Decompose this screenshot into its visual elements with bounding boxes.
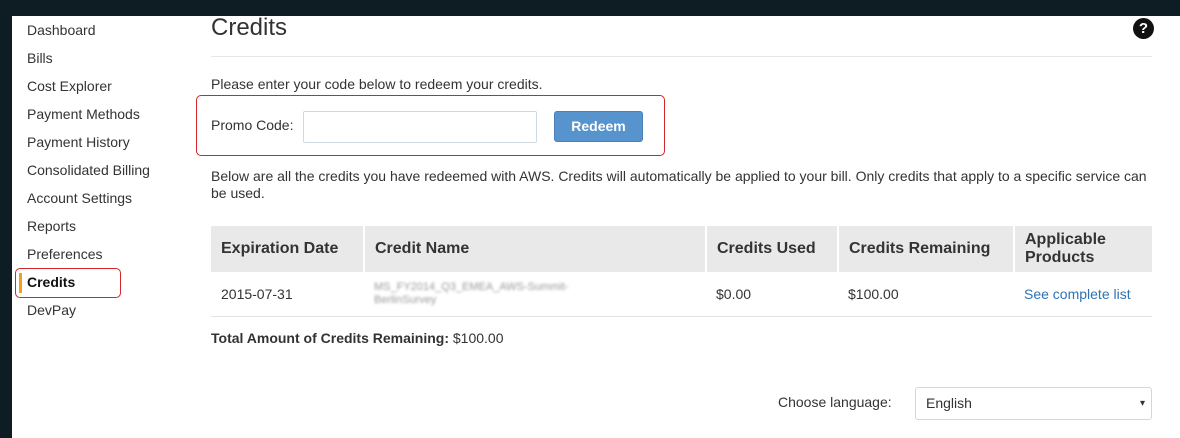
- cell-credits-used: $0.00: [706, 272, 838, 317]
- credits-description: Below are all the credits you have redee…: [211, 168, 1147, 201]
- sidebar-item-reports[interactable]: Reports: [27, 212, 197, 240]
- sidebar-item-bills[interactable]: Bills: [27, 44, 197, 72]
- title-divider: [211, 56, 1152, 57]
- credit-name-redacted: MS_FY2014_Q3_EMEA_AWS-Summit-BerlinSurve…: [374, 281, 569, 306]
- total-value: $100.00: [452, 330, 504, 346]
- see-complete-list-link[interactable]: See complete list: [1024, 286, 1131, 302]
- promo-code-label: Promo Code:: [211, 117, 294, 133]
- table-row: 2015-07-31 MS_FY2014_Q3_EMEA_AWS-Summit-…: [211, 272, 1152, 317]
- header-credit-name: Credit Name: [364, 226, 707, 272]
- sidebar-item-consolidated-billing[interactable]: Consolidated Billing: [27, 156, 197, 184]
- sidebar-item-devpay[interactable]: DevPay: [27, 296, 197, 324]
- header-credits-used: Credits Used: [706, 226, 839, 272]
- table-header-row: Expiration Date Credit Name Credits Used…: [211, 226, 1152, 272]
- promo-code-section: Promo Code: Redeem: [196, 95, 665, 156]
- credits-table: Expiration Date Credit Name Credits Used…: [211, 226, 1152, 317]
- active-item-indicator: [19, 273, 22, 293]
- sidebar-item-preferences[interactable]: Preferences: [27, 240, 197, 268]
- cell-credits-remaining: $100.00: [838, 272, 1014, 317]
- promo-code-input[interactable]: [303, 111, 537, 143]
- total-label: Total Amount of Credits Remaining:: [211, 330, 449, 346]
- language-select[interactable]: English ▾: [915, 387, 1152, 420]
- header-credits-remaining: Credits Remaining: [838, 226, 1015, 272]
- active-item-highlight: [15, 268, 121, 298]
- language-selected-value: English: [926, 395, 972, 411]
- header-expiration-date: Expiration Date: [211, 226, 365, 272]
- chevron-down-icon: ▾: [1139, 398, 1145, 409]
- sidebar-item-payment-history[interactable]: Payment History: [27, 128, 197, 156]
- cell-credit-name: MS_FY2014_Q3_EMEA_AWS-Summit-BerlinSurve…: [364, 272, 706, 317]
- page-title: Credits: [211, 14, 288, 41]
- cell-applicable-products: See complete list: [1014, 272, 1152, 317]
- main-content: Credits ? Please enter your code below t…: [196, 12, 1154, 420]
- sidebar-item-account-settings[interactable]: Account Settings: [27, 184, 197, 212]
- redeem-button[interactable]: Redeem: [554, 111, 643, 142]
- cell-expiration-date: 2015-07-31: [211, 272, 364, 317]
- sidebar-item-cost-explorer[interactable]: Cost Explorer: [27, 72, 197, 100]
- sidebar-item-dashboard[interactable]: Dashboard: [27, 16, 197, 44]
- redeem-instructions: Please enter your code below to redeem y…: [211, 76, 543, 92]
- question-circle-icon[interactable]: ?: [1133, 18, 1154, 39]
- total-credits-remaining: Total Amount of Credits Remaining: $100.…: [211, 330, 504, 346]
- sidebar-active-wrapper: Credits: [15, 268, 197, 298]
- sidebar-nav: Dashboard Bills Cost Explorer Payment Me…: [15, 16, 197, 324]
- sidebar-item-payment-methods[interactable]: Payment Methods: [27, 100, 197, 128]
- language-label: Choose language:: [778, 394, 892, 410]
- header-applicable-products: Applicable Products: [1014, 226, 1152, 272]
